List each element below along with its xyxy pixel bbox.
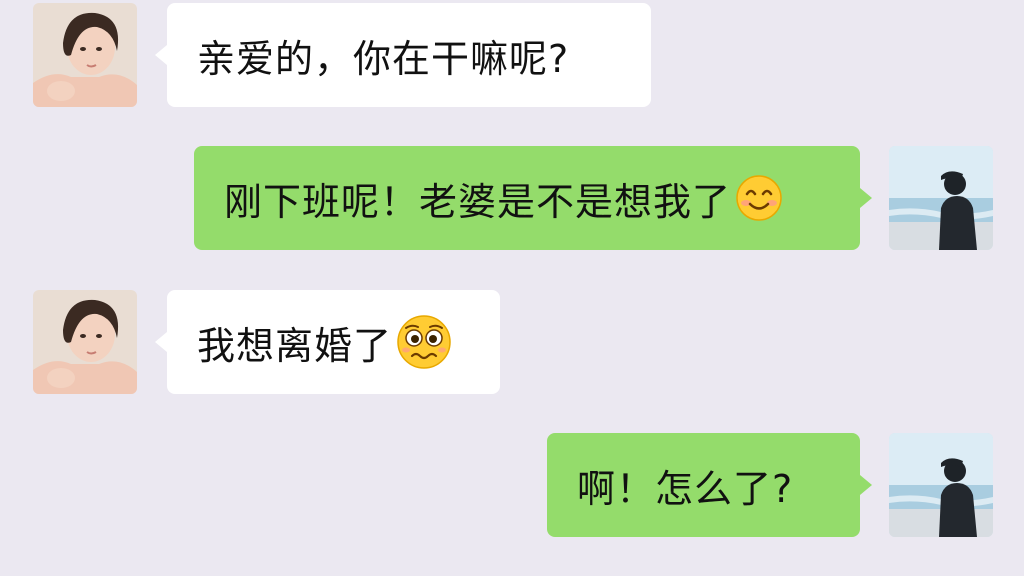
- self-avatar[interactable]: [889, 146, 993, 250]
- man-silhouette-icon: [889, 433, 993, 537]
- bubble-tail: [860, 188, 872, 208]
- smiling-face-icon: [735, 174, 783, 222]
- message-bubble-outgoing[interactable]: 刚下班呢！老婆是不是想我了: [194, 146, 872, 250]
- bubble-tail: [155, 45, 167, 65]
- message-bubble-outgoing[interactable]: 啊！怎么了?: [547, 433, 872, 537]
- chat-conversation: 亲爱的，你在干嘛呢? 刚下班呢！老婆是不是想我了 我想离婚了 啊！怎么了?: [0, 0, 1024, 576]
- message-text: 亲爱的，你在干嘛呢?: [197, 36, 570, 81]
- contact-avatar[interactable]: [33, 3, 137, 107]
- self-avatar[interactable]: [889, 433, 993, 537]
- man-silhouette-icon: [889, 146, 993, 250]
- message-bubble-incoming[interactable]: 我想离婚了: [155, 290, 500, 394]
- message-bubble-incoming[interactable]: 亲爱的，你在干嘛呢?: [155, 3, 651, 107]
- bubble-tail: [860, 475, 872, 495]
- woman-portrait-icon: [33, 290, 137, 394]
- message-text: 我想离婚了: [197, 323, 393, 368]
- woman-portrait-icon: [33, 3, 137, 107]
- message-text: 刚下班呢！老婆是不是想我了: [224, 179, 732, 224]
- message-text: 啊！怎么了?: [577, 466, 794, 511]
- bubble-tail: [155, 332, 167, 352]
- pleading-face-icon: [396, 314, 452, 370]
- contact-avatar[interactable]: [33, 290, 137, 394]
